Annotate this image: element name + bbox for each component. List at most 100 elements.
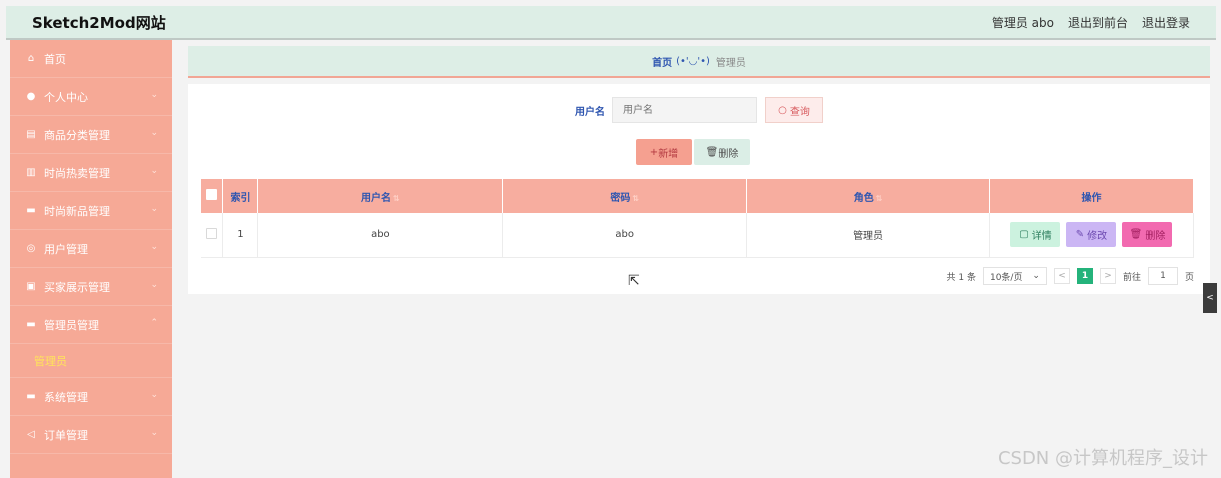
- sidebar-subitem-admin[interactable]: 管理员: [10, 344, 172, 378]
- detail-button[interactable]: ▢ 详情: [1010, 222, 1061, 248]
- batch-delete-button[interactable]: 🗑 删除: [694, 139, 750, 165]
- logout-link[interactable]: 退出登录: [1142, 14, 1190, 31]
- sidebar-item-label: 商品分类管理: [44, 128, 110, 142]
- chevron-down-icon: ⌄: [150, 204, 158, 214]
- breadcrumb: 首页 (•'◡'•) 管理员: [188, 46, 1210, 78]
- sidebar-item-label: 系统管理: [44, 390, 88, 404]
- breadcrumb-current: 管理员: [715, 57, 746, 69]
- sidebar: ⌂ 首页 ● 个人中心 ⌄ ▤ 商品分类管理 ⌄ ▥ 时尚热卖管理 ⌄ ▬ 时尚…: [10, 40, 172, 478]
- chevron-down-icon: ⌄: [150, 166, 158, 176]
- sidebar-item-personal-center[interactable]: ● 个人中心 ⌄: [10, 78, 172, 116]
- edit-icon: ✎: [1075, 229, 1085, 241]
- sort-icon[interactable]: ⇅: [632, 194, 639, 203]
- sidebar-item-label: 买家展示管理: [44, 280, 110, 294]
- sidebar-item-label: 订单管理: [44, 428, 88, 442]
- admin-table: 索引 用户名 ⇅ 密码 ⇅ 角色 ⇅ 操作 1 abo abo 管理员 ▢ 详情…: [201, 179, 1195, 258]
- breadcrumb-home[interactable]: 首页: [652, 54, 672, 69]
- column-header-actions: 操作: [989, 179, 1195, 213]
- table-row: 1 abo abo 管理员 ▢ 详情 ✎ 修改 🗑 删除: [201, 213, 1195, 258]
- trash-icon: 🗑: [705, 146, 719, 158]
- watermark: CSDN @计算机程序_设计: [997, 448, 1208, 469]
- search-button-label: 查询: [789, 106, 810, 118]
- collapse-sidebar-toggle[interactable]: <: [1203, 283, 1217, 313]
- next-page-button[interactable]: >: [1099, 268, 1116, 284]
- username-search-input[interactable]: [612, 97, 757, 123]
- row-checkbox[interactable]: [206, 227, 218, 239]
- front-page-link[interactable]: 退出到前台: [1068, 14, 1128, 31]
- chevron-down-icon: ⌄: [150, 280, 158, 290]
- search-button[interactable]: ○ 查询: [765, 97, 823, 123]
- sidebar-item-category-management[interactable]: ▤ 商品分类管理 ⌄: [10, 116, 172, 154]
- breadcrumb-face: (•'◡'•): [676, 55, 710, 67]
- sidebar-item-new-product-management[interactable]: ▬ 时尚新品管理 ⌄: [10, 192, 172, 230]
- sort-icon[interactable]: ⇅: [876, 194, 883, 203]
- display-icon: ▣: [26, 281, 36, 292]
- edit-button-label: 修改: [1087, 231, 1108, 243]
- row-delete-button-label: 删除: [1145, 231, 1166, 243]
- row-password: abo: [502, 213, 748, 258]
- table-header-row: 索引 用户名 ⇅ 密码 ⇅ 角色 ⇅ 操作: [201, 179, 1195, 213]
- search-icon: ○: [778, 104, 787, 116]
- sidebar-item-label: 时尚热卖管理: [44, 166, 110, 180]
- edit-button[interactable]: ✎ 修改: [1066, 222, 1117, 248]
- column-header-password[interactable]: 密码 ⇅: [502, 179, 748, 213]
- admin-user-link[interactable]: 管理员 abo: [992, 14, 1054, 31]
- goto-prefix: 前往: [1122, 272, 1141, 283]
- category-icon: ▤: [26, 129, 36, 140]
- app-window: Sketch2Mod网站 管理员 abo 退出到前台 退出登录 ⌂ 首页 ● 个…: [0, 0, 1221, 478]
- row-actions: ▢ 详情 ✎ 修改 🗑 删除: [989, 213, 1195, 258]
- detail-button-label: 详情: [1031, 231, 1052, 243]
- action-row: + 新增 🗑 删除: [636, 139, 750, 165]
- users-icon: ◎: [26, 243, 36, 254]
- sidebar-item-label: 个人中心: [44, 90, 88, 104]
- sidebar-item-label: 用户管理: [44, 242, 88, 256]
- prev-page-button[interactable]: <: [1053, 268, 1070, 284]
- sidebar-item-system-management[interactable]: ▬ 系统管理 ⌄: [10, 378, 172, 416]
- delete-button-label: 删除: [718, 148, 739, 160]
- chevron-down-icon: ⌄: [150, 390, 158, 400]
- sidebar-item-hot-sale-management[interactable]: ▥ 时尚热卖管理 ⌄: [10, 154, 172, 192]
- select-all-header[interactable]: [201, 179, 224, 213]
- sidebar-item-buyer-display-management[interactable]: ▣ 买家展示管理 ⌄: [10, 268, 172, 306]
- chevron-down-icon: ⌄: [1032, 271, 1040, 281]
- sidebar-item-label: 首页: [44, 52, 66, 66]
- row-select-cell[interactable]: [201, 213, 224, 258]
- row-action-group: ▢ 详情 ✎ 修改 🗑 删除: [990, 222, 1193, 248]
- order-icon: ◁: [27, 429, 35, 440]
- add-button-label: 新增: [658, 148, 679, 160]
- top-bar: Sketch2Mod网站 管理员 abo 退出到前台 退出登录: [6, 6, 1216, 40]
- site-brand: Sketch2Mod网站: [32, 13, 166, 32]
- sort-icon[interactable]: ⇅: [393, 194, 400, 203]
- column-header-role[interactable]: 角色 ⇅: [746, 179, 990, 213]
- current-page-button[interactable]: 1: [1076, 268, 1093, 284]
- settings-icon: ▬: [26, 391, 36, 402]
- detail-icon: ▢: [1019, 229, 1029, 241]
- sidebar-item-user-management[interactable]: ◎ 用户管理 ⌄: [10, 230, 172, 268]
- add-button[interactable]: + 新增: [636, 139, 692, 165]
- chart-icon: ▥: [26, 167, 36, 178]
- sidebar-item-admin-management[interactable]: ▬ 管理员管理 ⌃: [10, 306, 172, 344]
- pagination: 共 1 条 10条/页 ⌄ < 1 > 前往 1 页: [947, 267, 1194, 285]
- sidebar-item-order-management[interactable]: ◁ 订单管理 ⌄: [10, 416, 172, 454]
- goto-suffix: 页: [1184, 272, 1194, 283]
- sidebar-item-label: 管理员管理: [44, 318, 99, 332]
- chevron-down-icon: ⌄: [150, 428, 158, 438]
- chevron-down-icon: ⌄: [150, 90, 158, 100]
- new-product-icon: ▬: [26, 205, 36, 216]
- page-size-select[interactable]: 10条/页 ⌄: [982, 267, 1047, 285]
- search-label: 用户名: [575, 106, 605, 118]
- chevron-down-icon: ⌄: [150, 128, 158, 138]
- column-header-username[interactable]: 用户名 ⇅: [257, 179, 504, 213]
- home-icon: ⌂: [27, 53, 35, 64]
- row-delete-button[interactable]: 🗑 删除: [1122, 222, 1173, 248]
- chevron-down-icon: ⌄: [150, 242, 158, 252]
- column-header-index: 索引: [222, 179, 259, 213]
- sidebar-item-home[interactable]: ⌂ 首页: [10, 40, 172, 78]
- sidebar-item-label: 时尚新品管理: [44, 204, 110, 218]
- select-all-checkbox[interactable]: [206, 189, 218, 200]
- row-role: 管理员: [746, 213, 990, 258]
- total-count: 共 1 条: [946, 272, 976, 283]
- page-jump-input[interactable]: 1: [1147, 267, 1178, 285]
- chevron-up-icon: ⌃: [150, 318, 158, 328]
- page-size-value: 10条/页: [989, 272, 1023, 283]
